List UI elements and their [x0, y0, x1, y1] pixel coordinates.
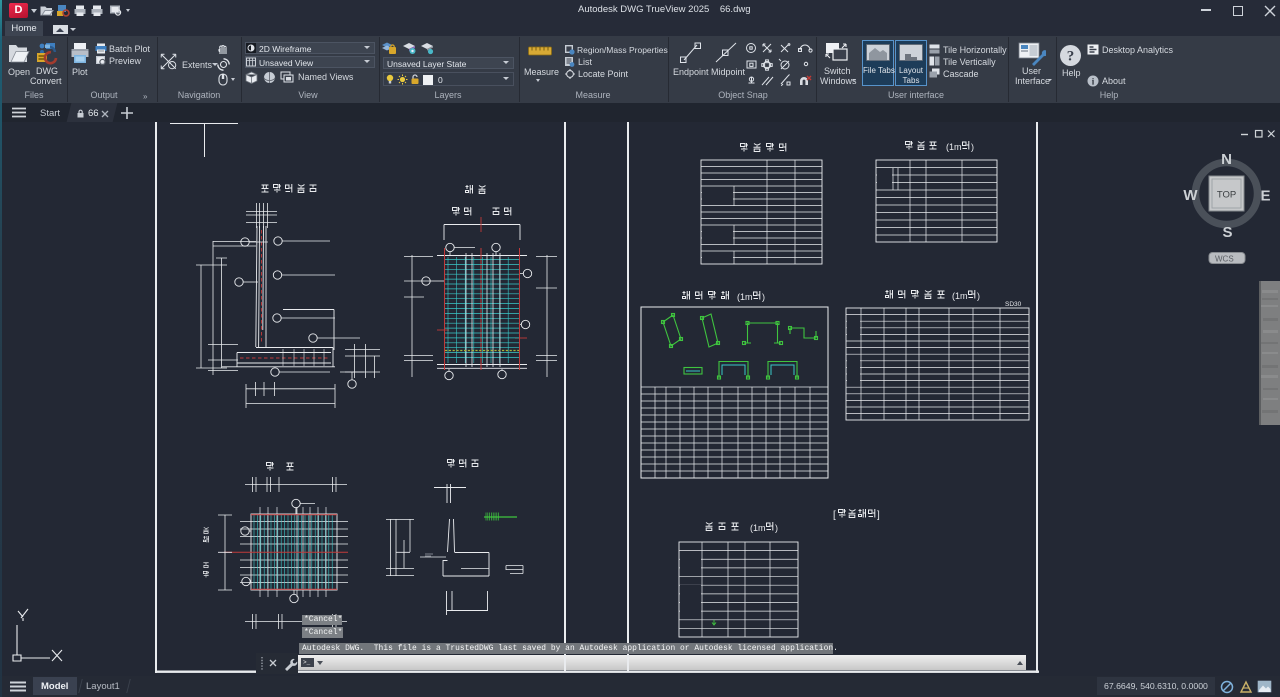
svg-text:W: W	[1183, 187, 1198, 204]
svg-text:): )	[762, 292, 765, 302]
svg-text:SD30: SD30	[1005, 301, 1022, 308]
svg-text:(1m: (1m	[952, 291, 968, 301]
svg-text:?: ?	[1067, 49, 1075, 65]
svg-text:): )	[977, 291, 980, 301]
svg-text:]: ]	[877, 510, 880, 521]
svg-text:): )	[775, 523, 778, 533]
svg-text:(1m: (1m	[946, 142, 962, 152]
svg-text:S: S	[1222, 224, 1232, 241]
svg-text:(1m: (1m	[750, 523, 766, 533]
svg-text:N: N	[1221, 151, 1232, 168]
svg-text:[: [	[833, 510, 836, 521]
svg-text:): )	[971, 142, 974, 152]
svg-text:E: E	[1260, 188, 1270, 205]
svg-text:(1m: (1m	[737, 292, 753, 302]
svg-text:TOP: TOP	[1217, 190, 1236, 201]
svg-text:WCS: WCS	[1215, 255, 1234, 264]
